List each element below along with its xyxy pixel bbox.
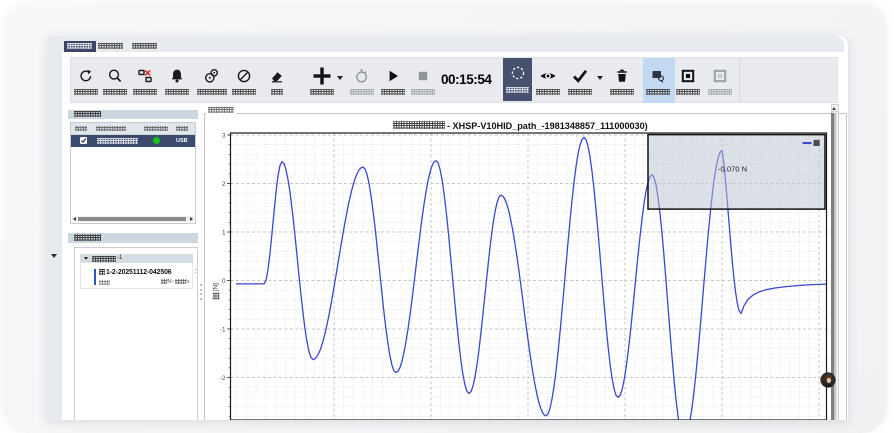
svg-text:0: 0 [222,278,226,285]
svg-text:1: 1 [222,229,226,236]
svg-text:3: 3 [222,132,226,139]
svg-text:-0.070 N: -0.070 N [718,165,747,174]
svg-text:- XHSP-V10HID_path_-1981348857: - XHSP-V10HID_path_-1981348857_111000030… [447,121,648,131]
svg-text:-1: -1 [220,326,226,333]
svg-text:2: 2 [222,181,226,188]
svg-text:-2: -2 [220,375,226,382]
